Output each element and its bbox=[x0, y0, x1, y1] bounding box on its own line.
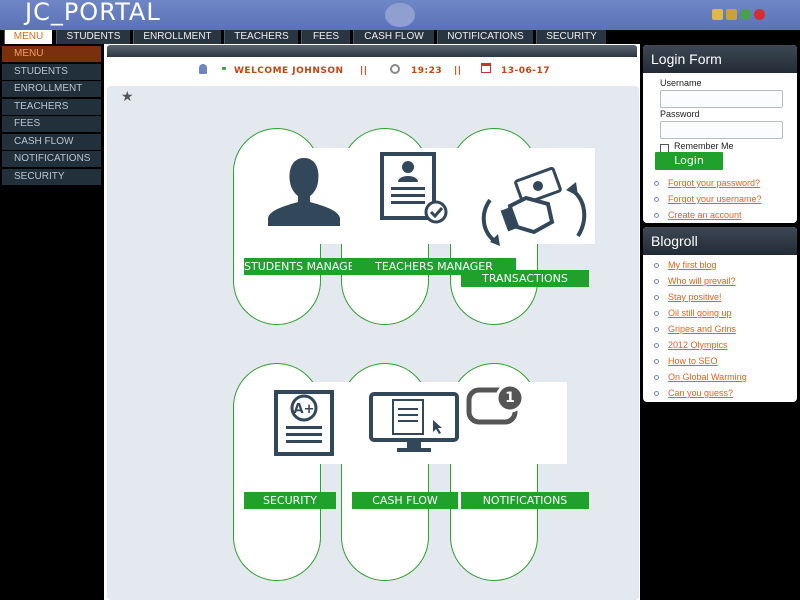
money-transfer-icon bbox=[481, 166, 587, 246]
notification-badge-count: 1 bbox=[505, 390, 515, 406]
teacher-document-icon bbox=[380, 152, 448, 224]
bullet-icon bbox=[654, 391, 659, 396]
remember-me-label: Remember Me bbox=[674, 141, 734, 151]
clock-icon bbox=[390, 64, 400, 74]
password-input[interactable] bbox=[660, 121, 783, 139]
tab-fees[interactable]: FEES bbox=[301, 30, 350, 44]
tab-notifications[interactable]: NOTIFICATIONS bbox=[437, 30, 533, 44]
sidebar-item-students[interactable]: STUDENTS bbox=[2, 64, 101, 80]
tab-security[interactable]: SECURITY bbox=[536, 30, 606, 44]
grade-document-icon: A+ bbox=[274, 390, 334, 456]
cash-flow-button[interactable]: CASH FLOW bbox=[352, 492, 458, 509]
blog-link[interactable]: How to SEO bbox=[668, 356, 718, 366]
password-label: Password bbox=[660, 109, 700, 119]
main-title-bar bbox=[107, 45, 637, 57]
bullet-icon bbox=[654, 295, 659, 300]
transactions-button[interactable]: TRANSACTIONS bbox=[461, 270, 589, 287]
tab-students[interactable]: STUDENTS bbox=[56, 30, 130, 44]
sidebar-item-fees[interactable]: FEES bbox=[2, 116, 101, 132]
tab-cash-flow[interactable]: CASH FLOW bbox=[353, 30, 434, 44]
blog-link[interactable]: 2012 Olympics bbox=[668, 340, 728, 350]
welcome-text: WELCOME JOHNSON bbox=[234, 66, 344, 76]
note-icon[interactable] bbox=[726, 9, 737, 20]
blog-link[interactable]: Stay positive! bbox=[668, 292, 722, 302]
forgot-password-link[interactable]: Forgot your password? bbox=[668, 178, 760, 188]
notification-icon bbox=[466, 384, 525, 425]
main-content: WELCOME JOHNSON || 19:23 || 13-06-17 ★ S… bbox=[104, 44, 640, 600]
bullet-icon bbox=[654, 279, 659, 284]
bullet-icon bbox=[654, 181, 659, 186]
bullet-icon bbox=[654, 311, 659, 316]
svg-text:A+: A+ bbox=[294, 402, 315, 417]
monitor-icon bbox=[369, 392, 459, 452]
separator: || bbox=[360, 66, 368, 76]
time-text: 19:23 bbox=[411, 66, 443, 76]
top-nav: MENU STUDENTS ENROLLMENT TEACHERS FEES C… bbox=[0, 30, 800, 44]
login-form: Login Form Username Password Remember Me… bbox=[643, 45, 797, 223]
sidebar-item-notifications[interactable]: NOTIFICATIONS bbox=[2, 151, 101, 167]
blog-link[interactable]: My first blog bbox=[668, 260, 717, 270]
tab-teachers[interactable]: TEACHERS bbox=[224, 30, 298, 44]
login-button[interactable]: Login bbox=[655, 152, 723, 170]
home-icon[interactable] bbox=[712, 9, 723, 20]
sidebar-item-cash-flow[interactable]: CASH FLOW bbox=[2, 134, 101, 150]
sidebar-item-teachers[interactable]: TEACHERS bbox=[2, 99, 101, 115]
blog-link[interactable]: On Global Warming bbox=[668, 372, 747, 382]
sidebar-item-enrollment[interactable]: ENROLLMENT bbox=[2, 81, 101, 97]
sidebar-item-menu[interactable]: MENU bbox=[2, 46, 101, 62]
create-account-link[interactable]: Create an account bbox=[668, 210, 742, 220]
header-logo-circle bbox=[385, 3, 415, 27]
bullet-icon bbox=[654, 359, 659, 364]
security-button[interactable]: SECURITY bbox=[244, 492, 336, 509]
blog-link[interactable]: Can you guess? bbox=[668, 388, 733, 398]
calendar-icon bbox=[481, 63, 491, 73]
username-input[interactable] bbox=[660, 90, 783, 108]
bullet-icon bbox=[654, 327, 659, 332]
sidebar-item-security[interactable]: SECURITY bbox=[2, 169, 101, 185]
app-header: JC_PORTAL bbox=[0, 0, 800, 30]
bullet-icon bbox=[654, 197, 659, 202]
students-manager-button[interactable]: STUDENTS MANAGER bbox=[244, 258, 362, 275]
login-form-title: Login Form bbox=[643, 45, 797, 73]
sidebar: MENU STUDENTS ENROLLMENT TEACHERS FEES C… bbox=[0, 44, 104, 600]
app-title: JC_PORTAL bbox=[25, 0, 161, 26]
date-text: 13-06-17 bbox=[501, 66, 551, 76]
dashboard-panel: ★ STUDENTS MANAGER TEACHERS MANAGER TRAN… bbox=[107, 86, 639, 600]
close-icon[interactable] bbox=[754, 9, 765, 20]
tab-menu[interactable]: MENU bbox=[4, 30, 52, 44]
blog-link[interactable]: Gripes and Grins bbox=[668, 324, 736, 334]
bullet-icon bbox=[654, 213, 659, 218]
forgot-username-link[interactable]: Forgot your username? bbox=[668, 194, 762, 204]
bullet-icon bbox=[654, 263, 659, 268]
blog-link[interactable]: Oil still going up bbox=[668, 308, 732, 318]
star-icon[interactable]: ★ bbox=[121, 90, 134, 104]
tab-enrollment[interactable]: ENROLLMENT bbox=[133, 30, 221, 44]
notifications-button[interactable]: NOTIFICATIONS bbox=[461, 492, 589, 509]
blog-link[interactable]: Who will prevail? bbox=[668, 276, 736, 286]
blogroll-title: Blogroll bbox=[643, 227, 797, 255]
username-label: Username bbox=[660, 78, 702, 88]
header-icon-group bbox=[712, 9, 765, 20]
student-icon bbox=[268, 158, 340, 226]
welcome-bar: WELCOME JOHNSON || 19:23 || 13-06-17 bbox=[104, 66, 640, 80]
separator: || bbox=[454, 66, 462, 76]
blogroll: Blogroll My first blog Who will prevail?… bbox=[643, 227, 797, 402]
refresh-icon[interactable] bbox=[740, 9, 751, 20]
bullet-icon bbox=[654, 343, 659, 348]
bullet-icon bbox=[654, 375, 659, 380]
